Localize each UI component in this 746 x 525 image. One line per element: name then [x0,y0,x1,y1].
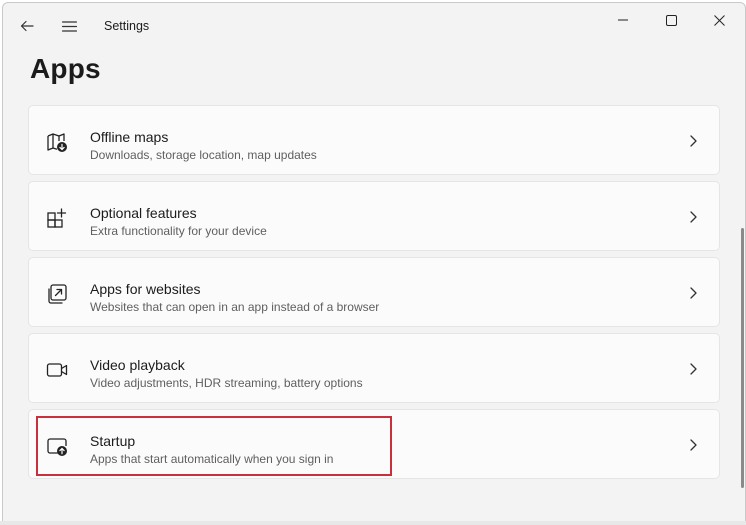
map-download-icon [47,133,67,152]
setting-title: Apps for websites [90,281,201,297]
setting-video-playback[interactable]: Video playback Video adjustments, HDR st… [28,333,720,403]
minimize-icon [618,19,628,21]
scrollbar-thumb[interactable] [741,228,744,488]
navigation-menu-button[interactable] [54,11,84,41]
settings-window: Settings Apps Offline maps Downloads, st… [2,2,746,522]
chevron-right-icon [690,211,697,223]
close-button[interactable] [696,5,742,35]
setting-description: Downloads, storage location, map updates [90,148,317,162]
chevron-right-icon [690,363,697,375]
setting-offline-maps[interactable]: Offline maps Downloads, storage location… [28,105,720,175]
close-icon [713,14,725,26]
setting-title: Offline maps [90,129,169,145]
maximize-button[interactable] [648,5,694,35]
setting-description: Websites that can open in an app instead… [90,300,380,314]
page-title: Apps [30,53,101,84]
chevron-right-icon [690,135,697,147]
setting-description: Video adjustments, HDR streaming, batter… [90,376,363,390]
setting-apps-for-websites[interactable]: Apps for websites Websites that can open… [28,257,720,327]
setting-title: Optional features [90,205,197,221]
settings-list: Offline maps Downloads, storage location… [28,105,720,485]
back-button[interactable] [12,11,42,41]
back-arrow-icon [20,20,34,32]
open-in-app-icon [48,284,67,304]
title-bar: Settings [3,3,745,49]
chevron-right-icon [690,287,697,299]
video-camera-icon [46,363,68,377]
add-feature-icon [47,208,67,228]
setting-title: Video playback [90,357,185,373]
setting-title: Startup [90,433,136,449]
setting-description: Apps that start automatically when you s… [90,452,334,466]
setting-optional-features[interactable]: Optional features Extra functionality fo… [28,181,720,251]
chevron-right-icon [690,439,697,451]
startup-icon [47,438,67,456]
maximize-icon [665,14,677,26]
setting-description: Extra functionality for your device [90,224,267,238]
setting-startup[interactable]: Startup Apps that start automatically wh… [28,409,720,479]
app-title: Settings [104,19,150,33]
minimize-button[interactable] [600,5,646,35]
background-strip [0,521,746,525]
hamburger-menu-icon [61,20,77,32]
